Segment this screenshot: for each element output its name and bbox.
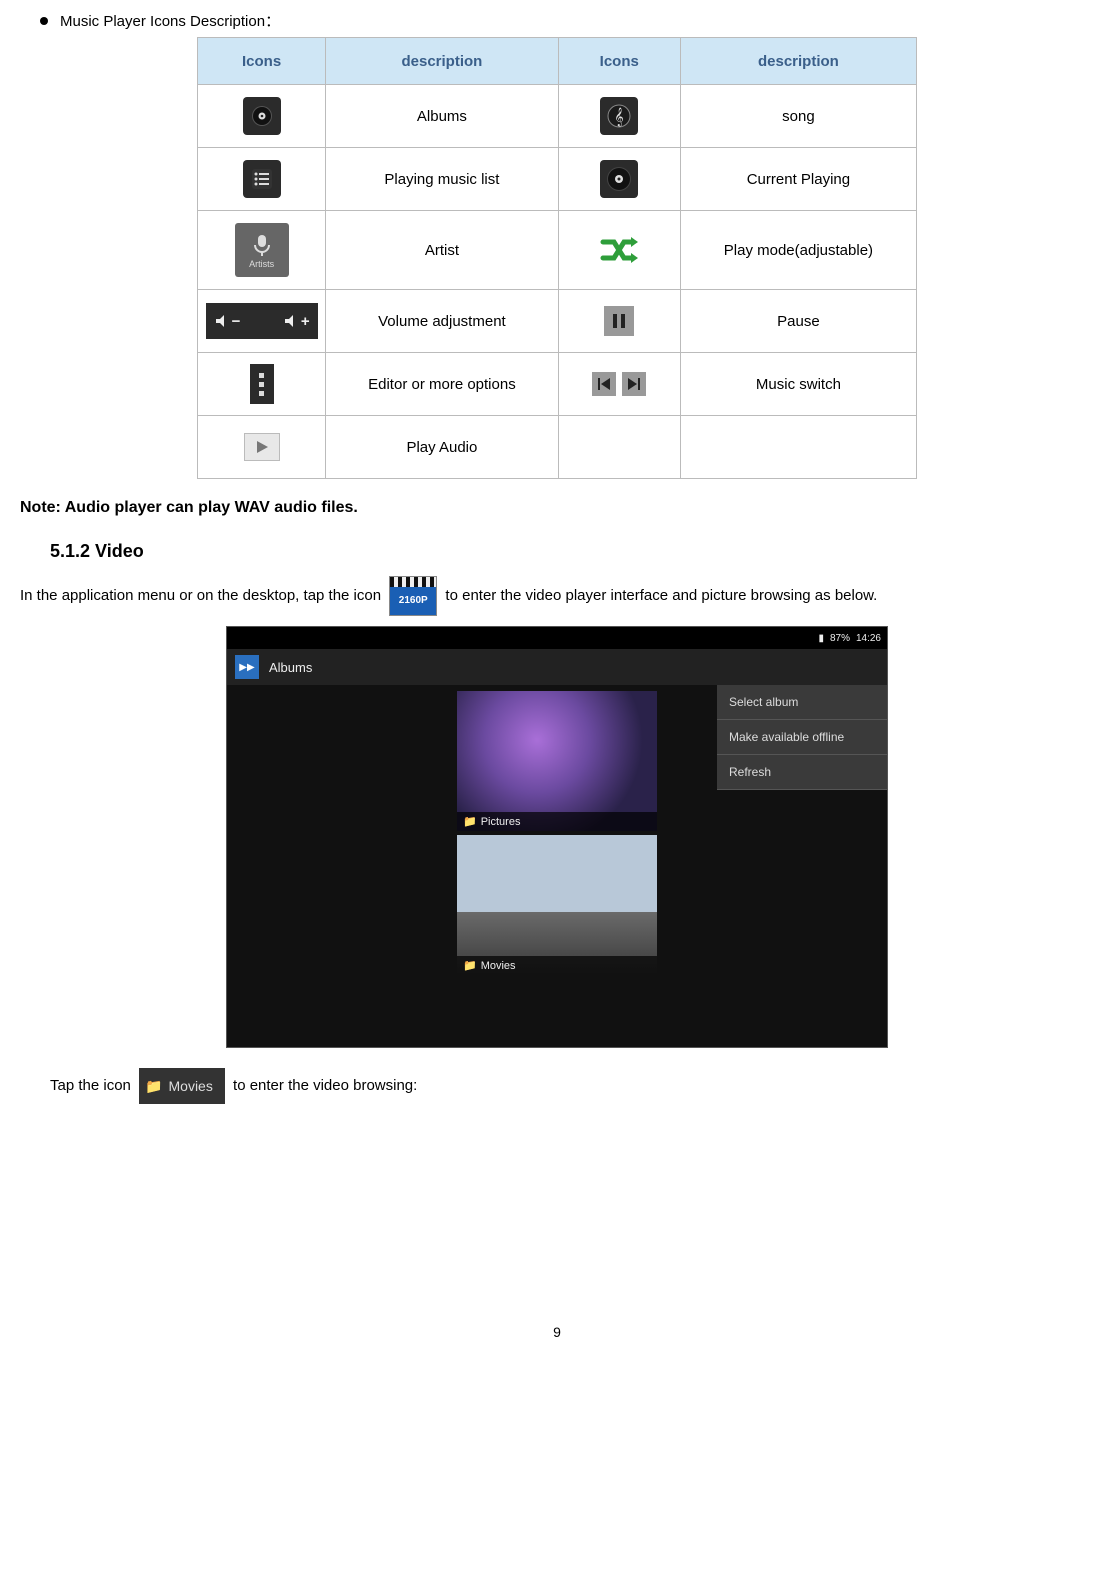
battery-icon: ▮ (818, 633, 824, 644)
section-heading: 5.1.2 Video (50, 541, 1094, 562)
switch-icon-cell (558, 353, 680, 416)
status-bar: ▮ 87% 14:26 (227, 627, 887, 649)
empty-desc (680, 416, 916, 479)
menu-select-album[interactable]: Select album (717, 685, 887, 720)
th-desc-2: description (680, 38, 916, 85)
volume-icon-cell: − + (198, 290, 326, 353)
movies-label: Movies (481, 960, 516, 972)
header-title: Albums (269, 660, 312, 675)
table-row: Albums 𝄞 song (198, 85, 917, 148)
song-icon-cell: 𝄞 (558, 85, 680, 148)
paragraph-2: Tap the icon 📁 Movies to enter the video… (50, 1068, 1094, 1104)
switch-desc: Music switch (680, 353, 916, 416)
artist-desc: Artist (326, 211, 559, 290)
video-app-icon: 2160P (389, 576, 437, 616)
pause-icon (604, 306, 634, 336)
playlist-desc: Playing music list (326, 148, 559, 211)
th-desc-1: description (326, 38, 559, 85)
treble-clef-icon: 𝄞 (607, 104, 631, 128)
menu-make-offline[interactable]: Make available offline (717, 720, 887, 755)
context-menu: Select album Make available offline Refr… (717, 685, 887, 790)
th-icons-2: Icons (558, 38, 680, 85)
icon-description-table: Icons description Icons description Albu… (197, 37, 917, 479)
list-icon (250, 167, 274, 191)
app-header: ▶▶ Albums (227, 649, 887, 685)
pause-icon-cell (558, 290, 680, 353)
playlist-icon (243, 160, 281, 198)
pause-desc: Pause (680, 290, 916, 353)
table-row: Playing music list Current Playing (198, 148, 917, 211)
menu-refresh[interactable]: Refresh (717, 755, 887, 790)
shuffle-icon (599, 232, 639, 268)
volume-icon: − + (206, 303, 318, 339)
table-row: Editor or more options Music switch (198, 353, 917, 416)
volume-desc: Volume adjustment (326, 290, 559, 353)
shuffle-icon-cell (558, 211, 680, 290)
play-desc: Play Audio (326, 416, 559, 479)
artist-icon-cell: Artists (198, 211, 326, 290)
play-icon-cell (198, 416, 326, 479)
para2-part-b: to enter the video browsing: (233, 1077, 417, 1094)
prev-track-icon (592, 372, 616, 396)
time-text: 14:26 (856, 633, 881, 644)
folder-icon: 📁 (463, 959, 477, 972)
volume-down-icon: − (214, 313, 241, 330)
para2-part-a: Tap the icon (50, 1077, 131, 1094)
video-player-screenshot: ▮ 87% 14:26 ▶▶ Albums 📁 Pictures 📁 Movie… (226, 626, 888, 1048)
movies-thumbnail[interactable]: 📁 Movies (457, 835, 657, 975)
shuffle-desc: Play mode(adjustable) (680, 211, 916, 290)
paragraph-1: In the application menu or on the deskto… (20, 576, 1094, 616)
empty-icon-cell (558, 416, 680, 479)
bullet-icon (40, 17, 48, 25)
folder-icon: 📁 (463, 815, 477, 828)
table-row: Artists Artist Play mode(adjustable) (198, 211, 917, 290)
movies-folder-chip: 📁 Movies (139, 1068, 225, 1104)
current-playing-desc: Current Playing (680, 148, 916, 211)
pause-bars-icon (610, 312, 628, 330)
page-number: 9 (20, 1324, 1094, 1340)
pictures-thumbnail[interactable]: 📁 Pictures (457, 691, 657, 831)
music-switch-icon (592, 372, 646, 396)
play-audio-icon (244, 433, 280, 461)
current-playing-icon-cell (558, 148, 680, 211)
current-playing-icon (600, 160, 638, 198)
playlist-icon-cell (198, 148, 326, 211)
more-desc: Editor or more options (326, 353, 559, 416)
albums-icon-cell (198, 85, 326, 148)
para1-part-a: In the application menu or on the deskto… (20, 587, 381, 604)
battery-text: 87% (830, 633, 850, 644)
folder-icon: 📁 (145, 1072, 162, 1100)
song-icon: 𝄞 (600, 97, 638, 135)
volume-up-icon: + (283, 313, 310, 330)
next-track-icon (622, 372, 646, 396)
artist-icon: Artists (235, 223, 289, 277)
app-logo-icon: ▶▶ (235, 655, 259, 679)
song-desc: song (680, 85, 916, 148)
th-icons-1: Icons (198, 38, 326, 85)
svg-text:𝄞: 𝄞 (615, 108, 624, 127)
more-icon-cell (198, 353, 326, 416)
more-options-icon (250, 364, 274, 404)
bullet-title: Music Player Icons Description： (60, 10, 280, 31)
mic-icon (248, 231, 276, 259)
albums-icon (243, 97, 281, 135)
note-text: Note: Audio player can play WAV audio fi… (20, 499, 1094, 517)
albums-desc: Albums (326, 85, 559, 148)
shuffle-arrows-icon (600, 235, 638, 265)
table-row: − + Volume adjustment Pause (198, 290, 917, 353)
movies-chip-label: Movies (169, 1072, 213, 1100)
section-bullet: Music Player Icons Description： (40, 10, 1094, 31)
pictures-label: Pictures (481, 816, 521, 828)
disc-icon (250, 104, 274, 128)
record-icon (606, 166, 632, 192)
para1-part-b: to enter the video player interface and … (445, 587, 877, 604)
table-header-row: Icons description Icons description (198, 38, 917, 85)
table-row: Play Audio (198, 416, 917, 479)
play-triangle-icon (254, 439, 270, 455)
